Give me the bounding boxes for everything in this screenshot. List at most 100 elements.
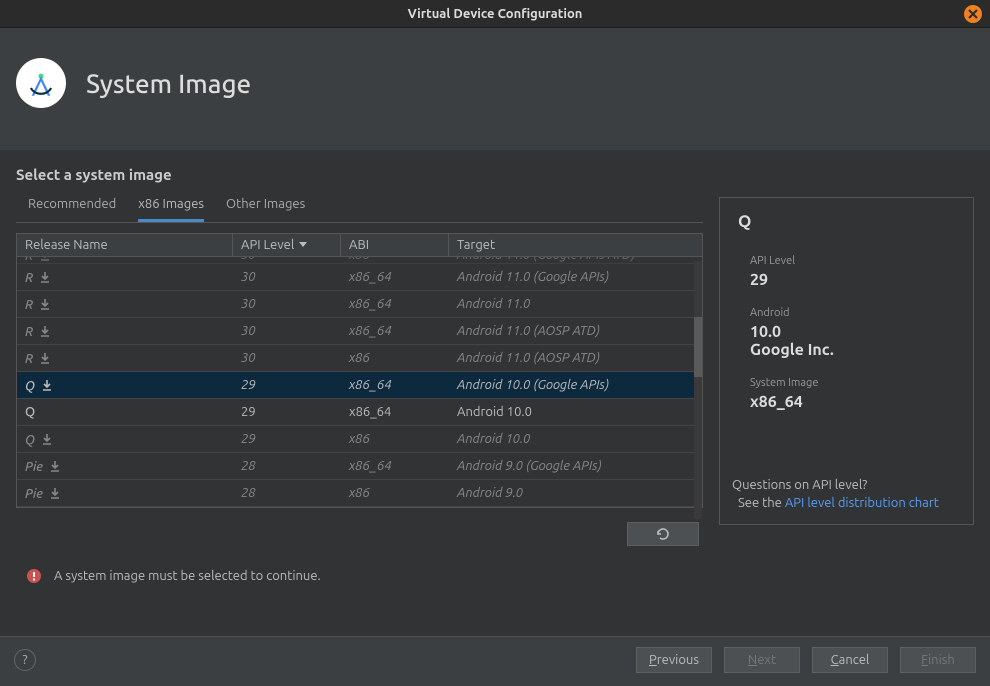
table-header: Release Name API Level ABI Target	[17, 234, 702, 257]
table-row[interactable]: Q 29x86_64Android 10.0 (Google APIs)	[17, 372, 702, 399]
sort-descending-icon	[298, 238, 308, 252]
table-row[interactable]: R 30x86_64Android 11.0 (Google APIs)	[17, 264, 702, 291]
table-row[interactable]: Q29x86_64Android 10.0	[17, 399, 702, 426]
download-icon[interactable]	[38, 324, 52, 338]
image-list-pane: Recommended x86 Images Other Images Rele…	[16, 197, 703, 546]
titlebar: Virtual Device Configuration	[0, 0, 990, 28]
qa-prefix: See the	[738, 496, 785, 510]
cell-target: Android 11.0 (Google APIs ATD)	[449, 257, 702, 262]
cell-target: Android 10.0	[449, 432, 702, 446]
detail-title: Q	[738, 212, 955, 231]
cell-target: Android 11.0	[449, 297, 702, 311]
cell-api-level: 30	[233, 324, 341, 338]
cell-target: Android 11.0 (Google APIs)	[449, 270, 702, 284]
qa-question: Questions on API level?	[732, 478, 959, 492]
cell-abi: x86_64	[341, 324, 449, 338]
cell-target: Android 9.0	[449, 486, 702, 500]
detail-android-label: Android	[750, 307, 955, 319]
cell-abi: x86_64	[341, 270, 449, 284]
cell-api-level: 30	[233, 351, 341, 365]
previous-button[interactable]: Previous	[636, 647, 712, 673]
android-studio-icon	[16, 58, 66, 108]
api-level-distribution-link[interactable]: API level distribution chart	[785, 496, 939, 510]
cell-api-level: 28	[233, 486, 341, 500]
download-icon[interactable]	[40, 432, 54, 446]
error-text: A system image must be selected to conti…	[54, 569, 321, 583]
table-row[interactable]: Pie 28x86_64Android 9.0 (Google APIs)	[17, 453, 702, 480]
cell-target: Android 10.0	[449, 405, 702, 419]
cell-release-name: Pie	[17, 459, 233, 474]
cell-api-level: 30	[233, 257, 341, 262]
table-row[interactable]: R 30x86Android 11.0 (Google APIs ATD)	[17, 257, 702, 264]
next-button[interactable]: Next	[724, 647, 800, 673]
col-abi[interactable]: ABI	[341, 234, 449, 256]
table-row[interactable]: R 30x86Android 11.0 (AOSP ATD)	[17, 345, 702, 372]
cell-release-name: Pie	[17, 486, 233, 501]
detail-sysimg-label: System Image	[750, 377, 955, 389]
cell-release-name: R	[17, 324, 233, 339]
tab-recommended[interactable]: Recommended	[28, 197, 116, 222]
scrollbar[interactable]	[694, 261, 702, 519]
cell-abi: x86_64	[341, 378, 449, 392]
download-icon[interactable]	[38, 351, 52, 365]
cancel-button[interactable]: Cancel	[812, 647, 888, 673]
download-icon[interactable]	[38, 297, 52, 311]
cell-api-level: 28	[233, 459, 341, 473]
cell-target: Android 11.0 (AOSP ATD)	[449, 351, 702, 365]
cell-release-name: Q	[17, 405, 233, 419]
download-icon[interactable]	[38, 257, 52, 262]
header: System Image	[0, 28, 990, 150]
tabs: Recommended x86 Images Other Images	[16, 197, 703, 223]
detail-sysimg-value: x86_64	[750, 393, 955, 411]
detail-api-label: API Level	[750, 255, 955, 267]
section-title: Select a system image	[16, 166, 974, 183]
detail-vendor: Google Inc.	[750, 341, 955, 359]
error-message: A system image must be selected to conti…	[16, 546, 974, 584]
cell-release-name: Q	[17, 432, 233, 447]
table-row[interactable]: R 30x86_64Android 11.0	[17, 291, 702, 318]
refresh-button[interactable]	[627, 522, 699, 546]
cell-api-level: 30	[233, 270, 341, 284]
cell-target: Android 9.0 (Google APIs)	[449, 459, 702, 473]
help-button[interactable]: ?	[14, 649, 36, 671]
window-close-button[interactable]	[964, 5, 982, 23]
download-icon[interactable]	[40, 378, 54, 392]
cell-api-level: 30	[233, 297, 341, 311]
tab-x86-images[interactable]: x86 Images	[138, 197, 204, 222]
cell-release-name: Q	[17, 378, 233, 393]
cell-target: Android 10.0 (Google APIs)	[449, 378, 702, 392]
col-api-level[interactable]: API Level	[233, 234, 341, 256]
table-row[interactable]: Q 29x86Android 10.0	[17, 426, 702, 453]
cell-abi: x86	[341, 257, 449, 262]
cell-release-name: R	[17, 257, 233, 263]
cell-abi: x86_64	[341, 405, 449, 419]
table-body: R 30x86Android 11.0 (Google APIs ATD)R 3…	[17, 257, 702, 507]
close-icon	[968, 9, 978, 19]
download-icon[interactable]	[38, 270, 52, 284]
scrollbar-thumb[interactable]	[694, 317, 702, 377]
download-icon[interactable]	[48, 459, 62, 473]
footer: ? Previous Next Cancel Finish	[0, 636, 990, 682]
col-target[interactable]: Target	[449, 234, 702, 256]
cell-abi: x86_64	[341, 459, 449, 473]
table-row[interactable]: R 30x86_64Android 11.0 (AOSP ATD)	[17, 318, 702, 345]
cell-abi: x86	[341, 351, 449, 365]
download-icon[interactable]	[48, 486, 62, 500]
cell-abi: x86	[341, 432, 449, 446]
cell-abi: x86	[341, 486, 449, 500]
cell-target: Android 11.0 (AOSP ATD)	[449, 324, 702, 338]
cell-abi: x86_64	[341, 297, 449, 311]
cell-release-name: R	[17, 270, 233, 285]
cell-api-level: 29	[233, 378, 341, 392]
window-title: Virtual Device Configuration	[408, 7, 583, 21]
col-release-name[interactable]: Release Name	[17, 234, 233, 256]
error-icon	[26, 568, 42, 584]
table-row[interactable]: Pie 28x86Android 9.0	[17, 480, 702, 507]
cell-release-name: R	[17, 297, 233, 312]
tab-other-images[interactable]: Other Images	[226, 197, 305, 222]
details-pane: Q API Level 29 Android 10.0 Google Inc. …	[719, 197, 974, 525]
image-table: Release Name API Level ABI Target R 30x8…	[16, 233, 703, 508]
finish-button[interactable]: Finish	[900, 647, 976, 673]
refresh-icon	[655, 526, 671, 542]
page-title: System Image	[86, 69, 251, 98]
